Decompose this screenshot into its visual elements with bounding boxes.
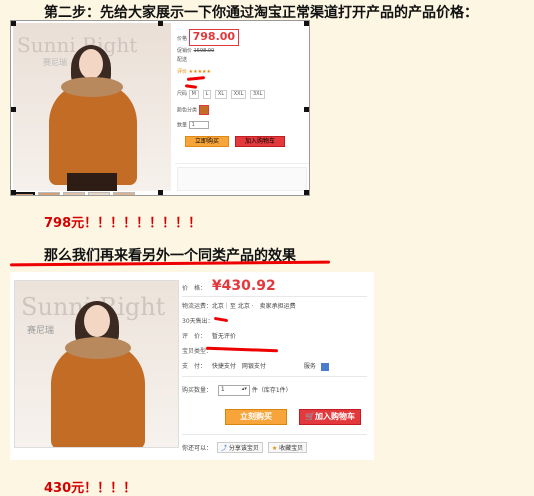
promo-label: 促销价 [177, 47, 193, 54]
add-to-cart-button[interactable]: 🛒加入购物车 [299, 409, 361, 425]
fur-collar [65, 337, 131, 359]
pay-value: 快捷支付 网银支付 [211, 363, 266, 370]
favorite-button[interactable]: ★ 收藏宝贝 [267, 442, 308, 453]
brand-watermark-cn: 赛尼瑞 [27, 326, 55, 336]
product-image-2[interactable]: Sunni Right 赛尼瑞 [14, 280, 179, 448]
color-row: 颜色分类 [177, 104, 307, 115]
shipping-row: 物流运费： 北京｜至 北京 · 卖家承担运费 [182, 301, 296, 310]
share-button-label: 分享该宝贝 [228, 445, 259, 452]
review-value: 暂无评价 [211, 333, 236, 340]
size-option[interactable]: L [202, 90, 212, 99]
qty-label: 购买数量： [182, 387, 213, 394]
size-option[interactable]: XXL [230, 90, 247, 99]
qty-label: 数量 [177, 122, 188, 129]
size-row: 尺码 M L XL XXL 3XL [177, 90, 307, 99]
pay-label: 支 付： [182, 363, 207, 370]
size-label: 尺码 [177, 91, 188, 98]
buy-now-button[interactable]: 立即购买 [185, 136, 229, 147]
promo-value: 1598.00 [193, 47, 215, 54]
thumbnail[interactable] [88, 192, 110, 195]
shipping-value: 北京｜至 北京 · 卖家承担运费 [211, 303, 296, 310]
qty-stepper[interactable]: 1 [188, 120, 209, 129]
thumbnail[interactable] [113, 192, 135, 195]
cart-icon: 🛒 [305, 412, 315, 421]
review-label: 评 价： [182, 333, 207, 340]
favorite-button-label: 收藏宝贝 [279, 445, 304, 452]
coat-body [49, 85, 137, 185]
share-label: 你还可以： [182, 445, 213, 452]
service-label: 服务 [303, 363, 316, 370]
size-option[interactable]: M [188, 90, 199, 99]
step2-heading: 第二步：先给大家展示一下你通过淘宝正常渠道打开产品的产品价格： [44, 5, 478, 21]
thumbnail[interactable] [63, 192, 85, 195]
rating-label: 评价 [177, 69, 188, 76]
product-screenshot-2: Sunni Right 赛尼瑞 价 格： ¥430.92 物流运费： 北京｜至 … [10, 272, 374, 460]
fur-collar [61, 77, 123, 97]
share-button[interactable]: ⤴ 分享该宝贝 [216, 442, 263, 453]
price-value: 430.92 [221, 278, 276, 294]
sold-label: 30天售出： [182, 318, 214, 325]
color-swatch[interactable] [198, 104, 209, 115]
price-label: 价格 [177, 36, 188, 42]
model-legs [67, 173, 117, 191]
pay-row: 支 付： 快捷支付 网银支付 服务 [182, 361, 329, 371]
currency-symbol: ¥ [211, 278, 222, 294]
add-to-cart-button[interactable]: 加入购物车 [235, 136, 285, 147]
qty-value: 1 [220, 386, 225, 393]
scribble-mark [205, 346, 279, 353]
shipping-label: 配送 [177, 56, 188, 63]
rating-row: 评价 ★★★★★ [177, 69, 212, 76]
buy-now-button[interactable]: 立刻购买 [225, 409, 287, 425]
service-panel [177, 167, 307, 191]
size-option[interactable]: XL [214, 90, 228, 99]
model-face [79, 49, 103, 79]
price-note-430: 430元！！！！ [44, 481, 137, 496]
stepper-arrows-icon[interactable]: ▴▾ [242, 386, 247, 392]
thumbnail[interactable] [13, 192, 35, 195]
service-icon[interactable] [320, 362, 329, 371]
sold-row: 30天售出： [182, 316, 214, 325]
thumbnail[interactable] [38, 192, 60, 195]
coat-body [51, 345, 145, 447]
scribble-mark [213, 316, 229, 323]
star-icon: ★ [271, 445, 278, 452]
size-option[interactable]: 3XL [249, 90, 266, 99]
model-face [84, 305, 110, 337]
qty-stepper[interactable]: 1 ▴▾ [217, 385, 250, 396]
qty-row: 购买数量： 1 ▴▾ 件（库存1件） [182, 385, 292, 396]
share-icon: ⤴ [220, 445, 227, 452]
stock-text: 件（库存1件） [251, 387, 292, 394]
qty-row: 数量 1 [177, 120, 307, 129]
product-screenshot-1: Sunni Right 赛尼瑞 价格 798.00 促销价 1598.00 配送… [10, 20, 310, 196]
shipping-label: 物流运费： [182, 303, 213, 310]
thumbnail-strip [13, 192, 135, 195]
price-row: 价 格： ¥430.92 [182, 278, 276, 294]
price-label: 价 格： [182, 285, 207, 292]
brand-watermark-cn: 赛尼瑞 [43, 58, 67, 67]
share-row: 你还可以： ⤴ 分享该宝贝 ★ 收藏宝贝 [182, 442, 308, 453]
review-row: 评 价： 暂无评价 [182, 331, 236, 340]
add-to-cart-label: 加入购物车 [314, 412, 355, 421]
shipping-row: 配送 [177, 57, 307, 64]
price-note-798: 798元！！！！！！！！！ [44, 216, 202, 231]
color-label: 颜色分类 [177, 107, 198, 114]
product-image-1[interactable]: Sunni Right 赛尼瑞 [13, 23, 171, 191]
price-value: 798.00 [188, 29, 240, 46]
